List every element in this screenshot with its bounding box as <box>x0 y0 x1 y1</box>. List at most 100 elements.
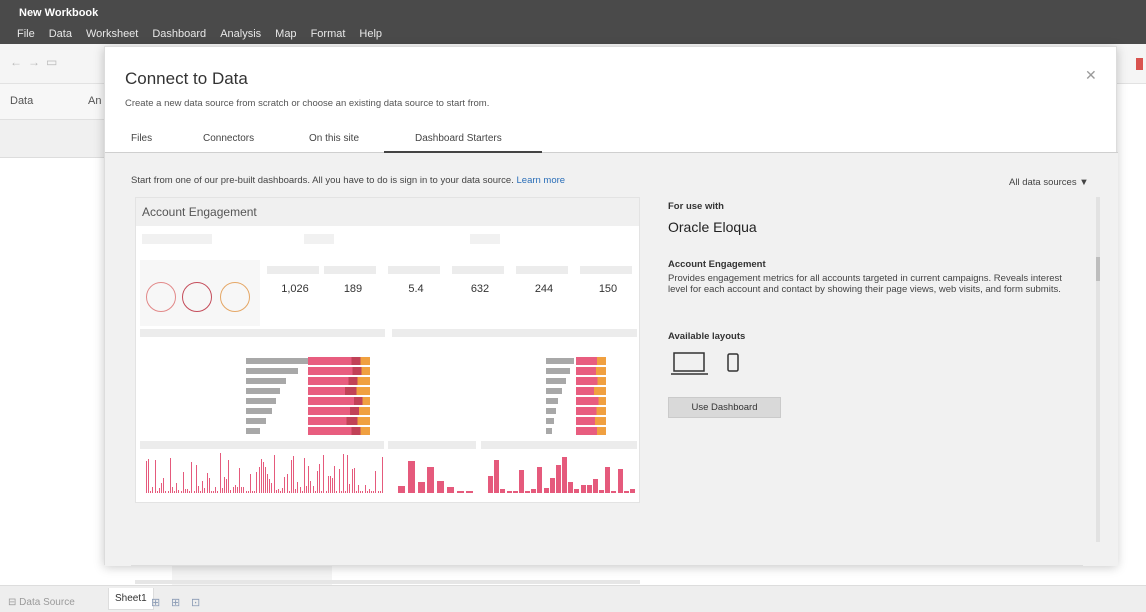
mini-bar <box>252 491 253 493</box>
mini-bar <box>362 491 363 493</box>
mini-bar <box>336 491 337 493</box>
mini-bar <box>317 471 318 493</box>
dialog-subtitle: Create a new data source from scratch or… <box>125 98 490 109</box>
dashboard-description: Provides engagement metrics for all acco… <box>668 273 1062 295</box>
mini-bar <box>181 491 182 493</box>
mini-bar <box>226 479 227 493</box>
kpi-caption-5 <box>516 266 568 274</box>
data-source-tab[interactable]: ⊟ Data Source <box>8 597 75 608</box>
available-layouts-label: Available layouts <box>668 331 746 342</box>
mini-bar <box>209 478 210 493</box>
mini-bar <box>500 489 505 493</box>
mini-bar <box>172 487 173 493</box>
mini-bar <box>243 487 244 493</box>
mini-bar <box>382 457 383 493</box>
mini-bar <box>241 487 242 493</box>
new-story-icon[interactable]: ⊡ <box>191 596 200 609</box>
contacts-section-header <box>392 329 637 337</box>
contacts-stack <box>576 397 606 405</box>
kpi-caption-3 <box>388 266 440 274</box>
mini-bar <box>194 491 195 493</box>
mini-bar <box>207 473 208 493</box>
save-icon[interactable]: ▭ <box>46 55 57 69</box>
contacts-bar <box>546 358 574 364</box>
menu-format[interactable]: Format <box>311 28 346 40</box>
contacts-bar <box>546 368 570 374</box>
mini-bar <box>183 472 184 493</box>
type-circle-middle <box>182 282 212 312</box>
use-dashboard-button[interactable]: Use Dashboard <box>668 397 781 418</box>
mini-bar <box>380 491 381 493</box>
accounts-bar <box>246 428 260 434</box>
mini-bar <box>347 455 348 493</box>
scrollbar-track[interactable] <box>1096 197 1100 542</box>
menu-analysis[interactable]: Analysis <box>220 28 261 40</box>
mini-bar <box>525 491 530 493</box>
mini-bar <box>306 486 307 493</box>
menu-dashboard[interactable]: Dashboard <box>152 28 206 40</box>
mini-bar <box>191 462 192 493</box>
mini-bar <box>278 489 279 493</box>
mini-bar <box>254 491 255 493</box>
mini-bar <box>187 489 188 493</box>
mini-bar <box>165 491 166 493</box>
new-dashboard-icon[interactable]: ⊞ <box>171 596 180 609</box>
mini-bar <box>339 469 340 493</box>
accounts-stack <box>308 407 370 415</box>
tab-on-this-site[interactable]: On this site <box>309 133 359 144</box>
scrollbar-thumb[interactable] <box>1096 257 1100 281</box>
new-sheet-icon[interactable]: ⊞ <box>151 596 160 609</box>
mini-bar <box>466 491 473 493</box>
contacts-bar <box>546 428 552 434</box>
mini-bar <box>375 471 376 493</box>
mini-bar <box>544 488 549 493</box>
contacts-bar <box>546 378 566 384</box>
tab-dashboard-starters[interactable]: Dashboard Starters <box>415 133 502 144</box>
close-icon[interactable]: ✕ <box>1085 67 1097 84</box>
laptop-icon[interactable] <box>670 351 710 377</box>
mini-bar <box>587 485 592 493</box>
date-filter <box>142 234 212 244</box>
mini-bar <box>330 476 331 493</box>
sheet-tab[interactable]: Sheet1 <box>108 588 154 610</box>
mini-bar <box>315 491 316 493</box>
dialog-title: Connect to Data <box>125 69 248 88</box>
menu-worksheet[interactable]: Worksheet <box>86 28 138 40</box>
mini-bar <box>176 483 177 493</box>
mini-bar <box>276 490 277 493</box>
dashboard-thumbnail[interactable]: Account Engagement 1,026 189 5.4 632 244… <box>135 197 640 503</box>
mini-bar <box>289 491 290 493</box>
contacts-stack <box>576 407 606 415</box>
forward-icon[interactable]: → <box>28 55 40 69</box>
tab-analytics[interactable]: An <box>88 95 101 107</box>
menu-map[interactable]: Map <box>275 28 296 40</box>
mini-bar <box>217 491 218 493</box>
tab-data[interactable]: Data <box>10 95 33 107</box>
menu-data[interactable]: Data <box>49 28 72 40</box>
accounts-stack <box>308 387 370 395</box>
back-icon[interactable]: ← <box>10 55 22 69</box>
learn-more-link[interactable]: Learn more <box>517 175 566 186</box>
title-bar: New Workbook File Data Worksheet Dashboa… <box>0 0 1146 44</box>
show-me-icon[interactable] <box>1136 58 1143 70</box>
mini-bar <box>341 491 342 493</box>
mini-bar <box>198 486 199 493</box>
contacts-bar <box>546 398 558 404</box>
intro-text-body: Start from one of our pre-built dashboar… <box>131 175 514 186</box>
kpi-value-2: 189 <box>343 283 363 295</box>
accounts-stack <box>308 427 370 435</box>
phone-icon[interactable] <box>726 353 740 373</box>
mini-bar <box>507 491 512 493</box>
industry-filter <box>470 234 500 244</box>
mini-bar <box>284 477 285 493</box>
mini-bar <box>562 457 567 493</box>
tab-files[interactable]: Files <box>131 133 152 144</box>
menu-help[interactable]: Help <box>359 28 382 40</box>
mini-bar <box>174 491 175 493</box>
mini-bar <box>537 467 542 493</box>
type-circle-left <box>146 282 176 312</box>
menu-file[interactable]: File <box>17 28 35 40</box>
contacts-bar <box>546 408 556 414</box>
mini-bar <box>230 490 231 493</box>
tab-connectors[interactable]: Connectors <box>203 133 254 144</box>
